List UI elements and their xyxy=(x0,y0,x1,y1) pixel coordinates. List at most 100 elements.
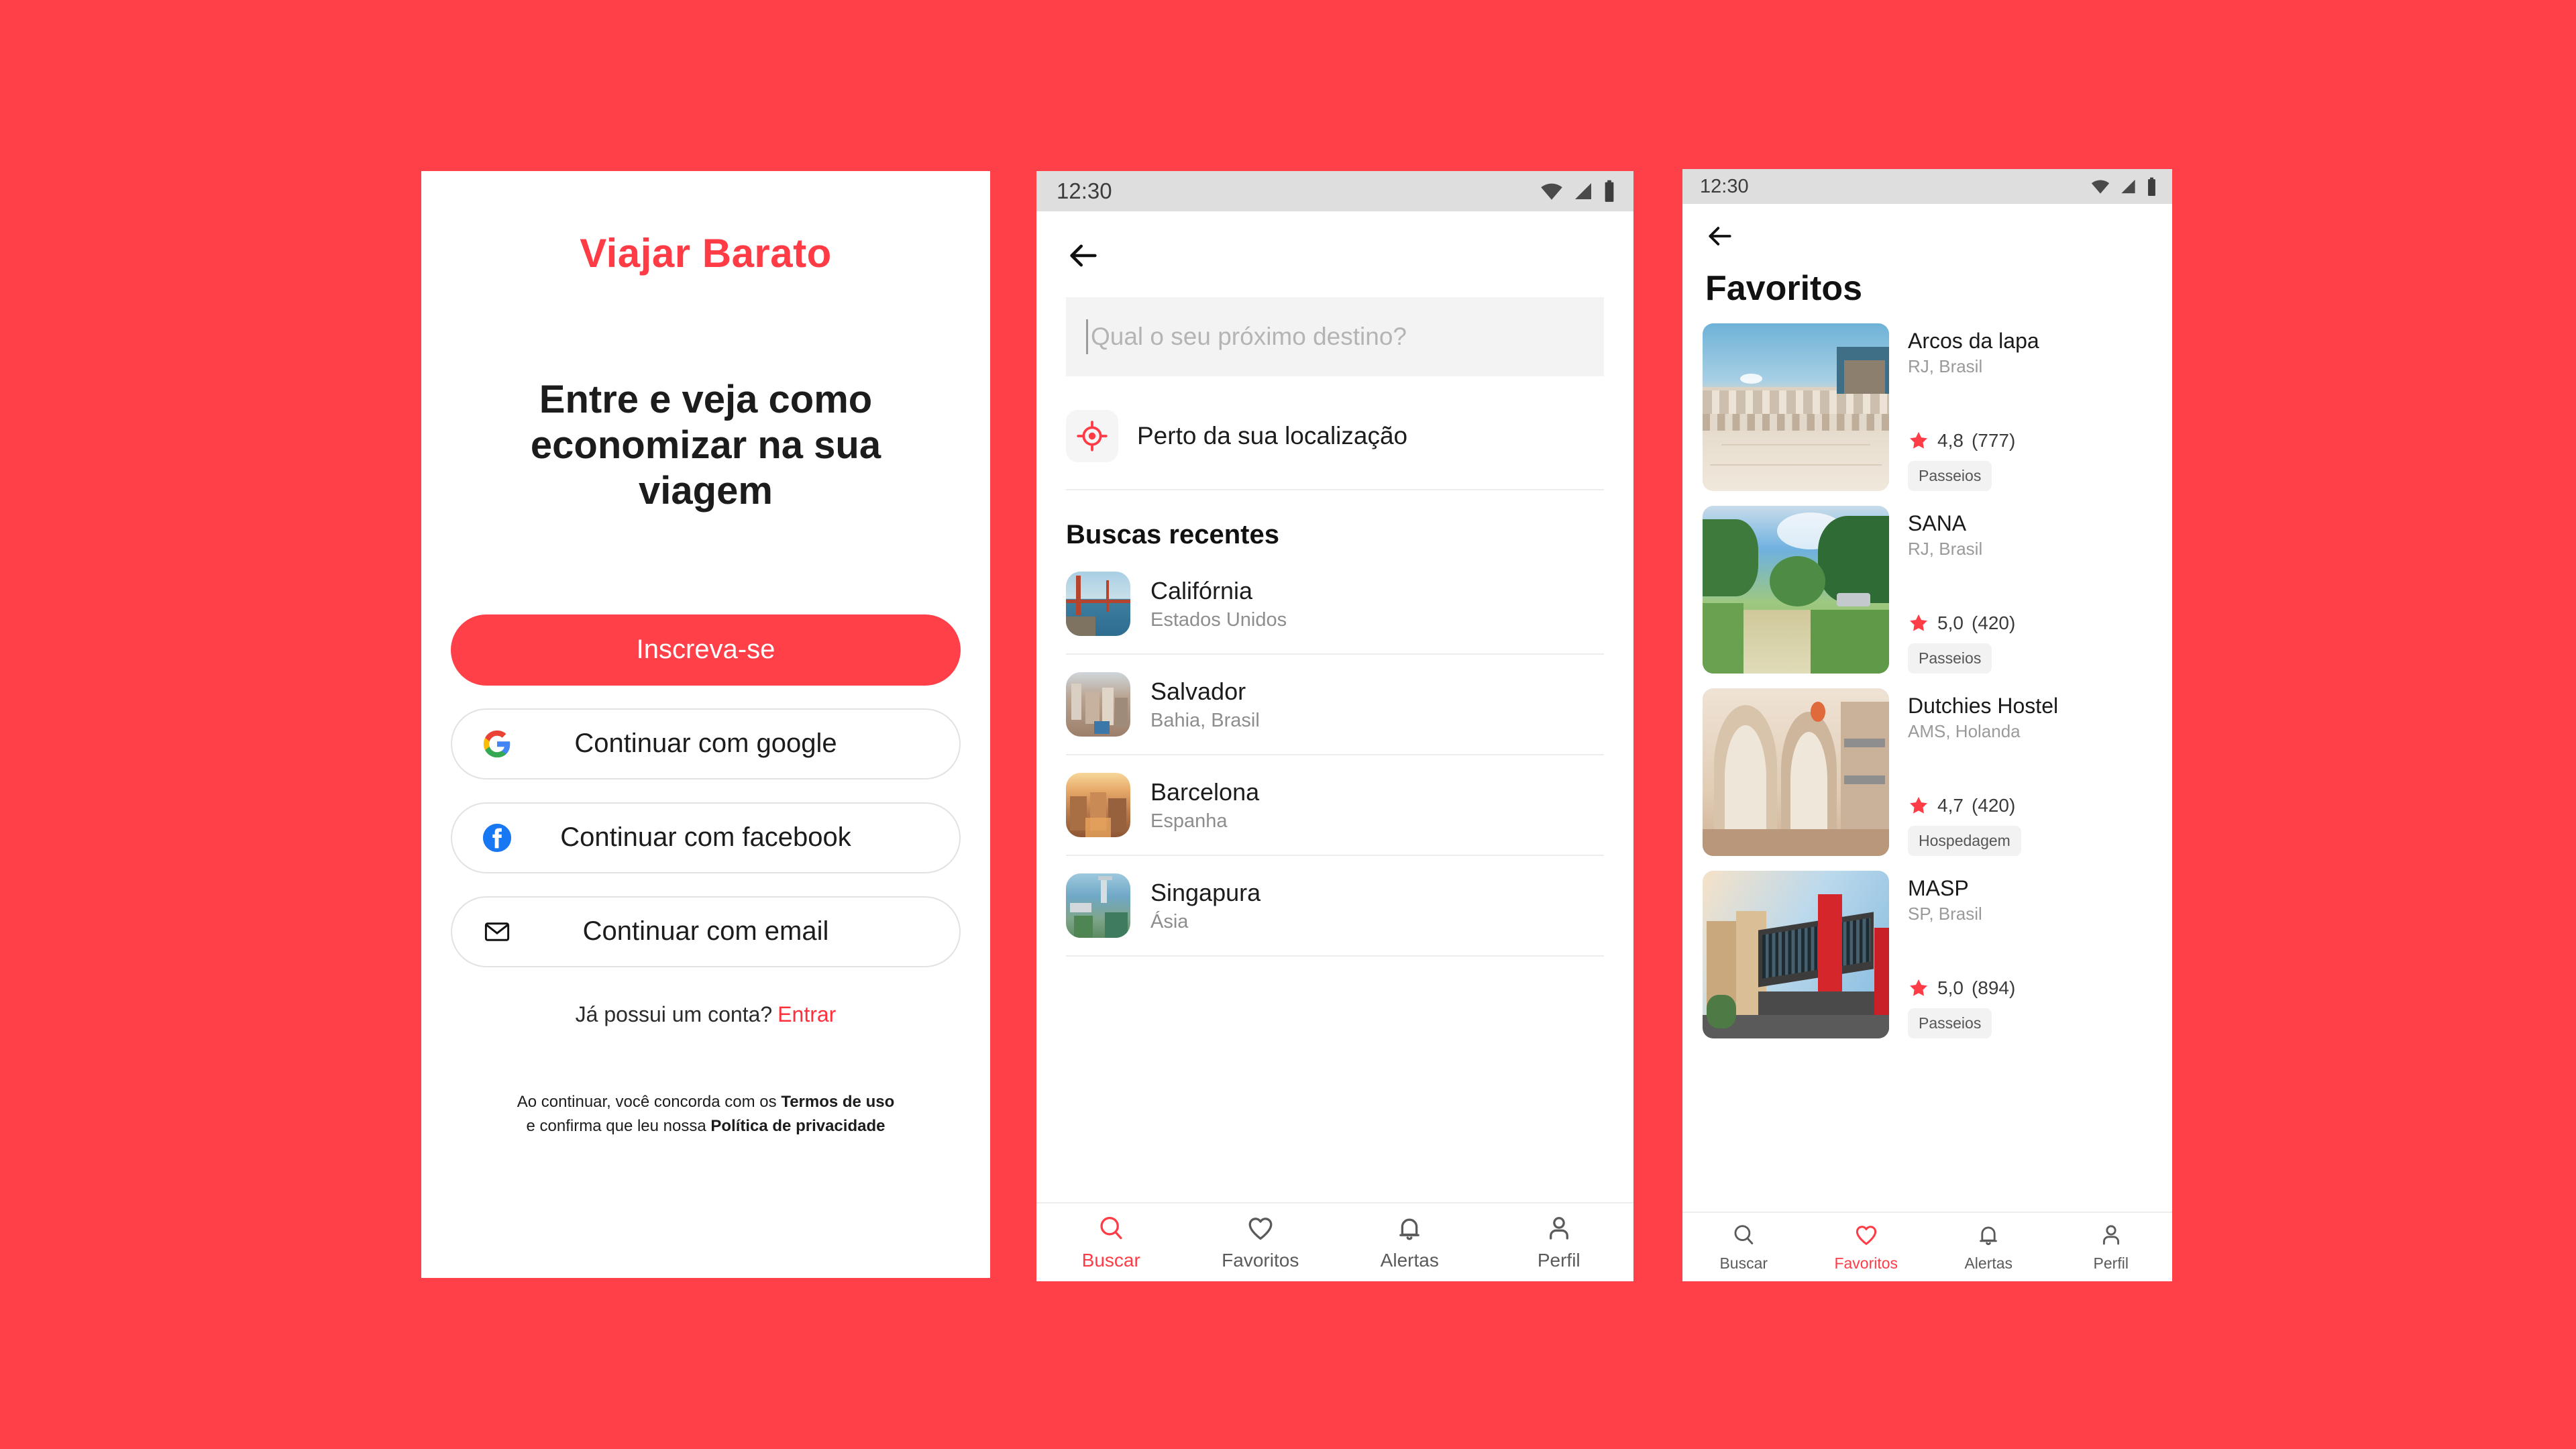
favorite-image xyxy=(1703,506,1889,674)
favorite-info: SANA RJ, Brasil 5,0 (420) Passeios xyxy=(1908,506,2015,674)
list-item[interactable]: Salvador Bahia, Brasil xyxy=(1066,655,1604,755)
login-link[interactable]: Entrar xyxy=(777,1002,836,1026)
favorite-image xyxy=(1703,688,1889,856)
nav-label: Alertas xyxy=(1380,1250,1439,1271)
favorite-card[interactable]: SANA RJ, Brasil 5,0 (420) Passeios xyxy=(1703,506,2152,674)
status-bar-clock: 12:30 xyxy=(1057,178,1112,203)
star-icon xyxy=(1910,431,1927,449)
search-icon xyxy=(1734,1224,1754,1244)
app-bar xyxy=(1682,204,2172,251)
destination-thumbnail xyxy=(1066,873,1130,938)
continue-with-email-label: Continuar com email xyxy=(582,916,829,947)
rating-value: 5,0 xyxy=(1937,612,1964,633)
bell-icon xyxy=(1980,1226,1998,1245)
favorite-info: Dutchies Hostel AMS, Holanda 4,7 (420) H… xyxy=(1908,688,2058,856)
destination-thumbnail xyxy=(1066,672,1130,737)
list-item[interactable]: Singapura Ásia xyxy=(1066,856,1604,957)
search-screen: 12:30 Qual o seu próximo destino? Perto … xyxy=(1036,171,1633,1281)
nav-item-alertas[interactable]: Alertas xyxy=(1335,1203,1485,1281)
status-badge: Passeios xyxy=(1908,643,1992,674)
battery-icon xyxy=(1605,180,1614,202)
nav-item-buscar[interactable]: Buscar xyxy=(1682,1213,1805,1281)
nav-item-favoritos[interactable]: Favoritos xyxy=(1805,1213,1928,1281)
favorite-card[interactable]: MASP SP, Brasil 5,0 (894) Passeios xyxy=(1703,871,2152,1038)
login-headline: Entre e veja como economizar na sua viag… xyxy=(530,378,881,513)
favorite-card[interactable]: Dutchies Hostel AMS, Holanda 4,7 (420) H… xyxy=(1703,688,2152,856)
favorite-name: Arcos da lapa xyxy=(1908,329,2039,353)
destination-sub: Ásia xyxy=(1150,910,1189,932)
status-bar-icons xyxy=(1540,180,1616,203)
recent-searches-list: Califórnia Estados Unidos Salvador Bahia… xyxy=(1066,554,1604,957)
near-location-row[interactable]: Perto da sua localização xyxy=(1066,410,1604,490)
favorite-location: SP, Brasil xyxy=(1908,904,1982,924)
continue-with-facebook-label: Continuar com facebook xyxy=(560,822,851,853)
nav-item-favoritos[interactable]: Favoritos xyxy=(1186,1203,1336,1281)
app-bar xyxy=(1036,211,1633,273)
destination-texts: Singapura Ásia xyxy=(1150,879,1260,933)
destination-sub: Bahia, Brasil xyxy=(1150,709,1260,731)
rating-count: (894) xyxy=(1971,977,2016,998)
person-icon xyxy=(1549,1217,1568,1240)
signup-button[interactable]: Inscreva-se xyxy=(451,614,961,686)
rating-row: 4,7 (420) xyxy=(1908,795,2058,816)
favorite-location: RJ, Brasil xyxy=(1908,539,1983,559)
nav-item-alertas[interactable]: Alertas xyxy=(1927,1213,2050,1281)
nav-item-perfil[interactable]: Perfil xyxy=(1485,1203,1634,1281)
account-prompt-text: Já possui um conta? xyxy=(575,1002,773,1026)
nav-item-perfil[interactable]: Perfil xyxy=(2050,1213,2173,1281)
favorite-image xyxy=(1703,323,1889,491)
location-target-icon xyxy=(1066,410,1118,462)
near-location-label: Perto da sua localização xyxy=(1137,422,1408,449)
list-item[interactable]: Barcelona Espanha xyxy=(1066,755,1604,856)
back-arrow-icon[interactable] xyxy=(1705,221,1735,251)
person-icon xyxy=(2102,1224,2119,1244)
destination-thumbnail xyxy=(1066,572,1130,636)
back-arrow-icon[interactable] xyxy=(1066,238,1101,273)
nav-label: Buscar xyxy=(1081,1250,1140,1271)
status-badge: Hospedagem xyxy=(1908,826,2021,856)
status-bar-clock: 12:30 xyxy=(1700,175,1749,197)
terms-of-use-link[interactable]: Termos de uso xyxy=(781,1093,894,1111)
privacy-policy-link[interactable]: Política de privacidade xyxy=(710,1117,885,1135)
status-bar: 12:30 xyxy=(1682,169,2172,204)
recent-searches-title: Buscas recentes xyxy=(1066,520,1279,549)
search-input[interactable]: Qual o seu próximo destino? xyxy=(1066,297,1604,376)
favorites-screen: 12:30 Favoritos Arcos da lapa RJ, Brasil… xyxy=(1682,169,2172,1281)
wifi-icon xyxy=(2091,180,2110,194)
nav-item-buscar[interactable]: Buscar xyxy=(1036,1203,1186,1281)
continue-with-google-button[interactable]: Continuar com google xyxy=(451,708,961,780)
rating-row: 5,0 (894) xyxy=(1908,977,2015,999)
login-screen: Viajar Barato Entre e veja como economiz… xyxy=(421,171,990,1278)
destination-texts: Califórnia Estados Unidos xyxy=(1150,577,1287,631)
favorite-card[interactable]: Arcos da lapa RJ, Brasil 4,8 (777) Passe… xyxy=(1703,323,2152,491)
wifi-icon xyxy=(1541,183,1562,200)
continue-with-google-label: Continuar com google xyxy=(574,729,837,759)
search-body: Qual o seu próximo destino? Perto da sua… xyxy=(1036,273,1633,1202)
list-item[interactable]: Califórnia Estados Unidos xyxy=(1066,554,1604,655)
signal-icon xyxy=(2121,179,2135,194)
battery-icon xyxy=(2148,177,2155,196)
continue-with-facebook-button[interactable]: Continuar com facebook xyxy=(451,802,961,873)
favorite-info: Arcos da lapa RJ, Brasil 4,8 (777) Passe… xyxy=(1908,323,2039,491)
rating-value: 5,0 xyxy=(1937,977,1964,998)
legal-text: Ao continuar, você concorda com os Termo… xyxy=(517,1090,895,1138)
envelope-icon xyxy=(482,916,513,947)
favorite-location: RJ, Brasil xyxy=(1908,356,1983,376)
destination-name: Califórnia xyxy=(1150,576,1253,604)
status-badge: Passeios xyxy=(1908,1008,1992,1038)
continue-with-email-button[interactable]: Continuar com email xyxy=(451,896,961,967)
status-bar: 12:30 xyxy=(1036,171,1633,211)
rating-count: (420) xyxy=(1971,612,2016,633)
nav-label: Perfil xyxy=(2093,1254,2129,1272)
rating-count: (777) xyxy=(1971,430,2016,451)
destination-thumbnail xyxy=(1066,773,1130,837)
google-icon xyxy=(482,729,513,759)
status-badge: Passeios xyxy=(1908,461,1992,491)
favorite-image xyxy=(1703,871,1889,1038)
page-title: Favoritos xyxy=(1705,269,1863,308)
rating-count: (420) xyxy=(1971,795,2016,816)
destination-sub: Estados Unidos xyxy=(1150,608,1287,631)
destination-name: Barcelona xyxy=(1150,777,1260,806)
signal-icon xyxy=(1575,183,1591,199)
favorite-name: Dutchies Hostel xyxy=(1908,694,2059,718)
